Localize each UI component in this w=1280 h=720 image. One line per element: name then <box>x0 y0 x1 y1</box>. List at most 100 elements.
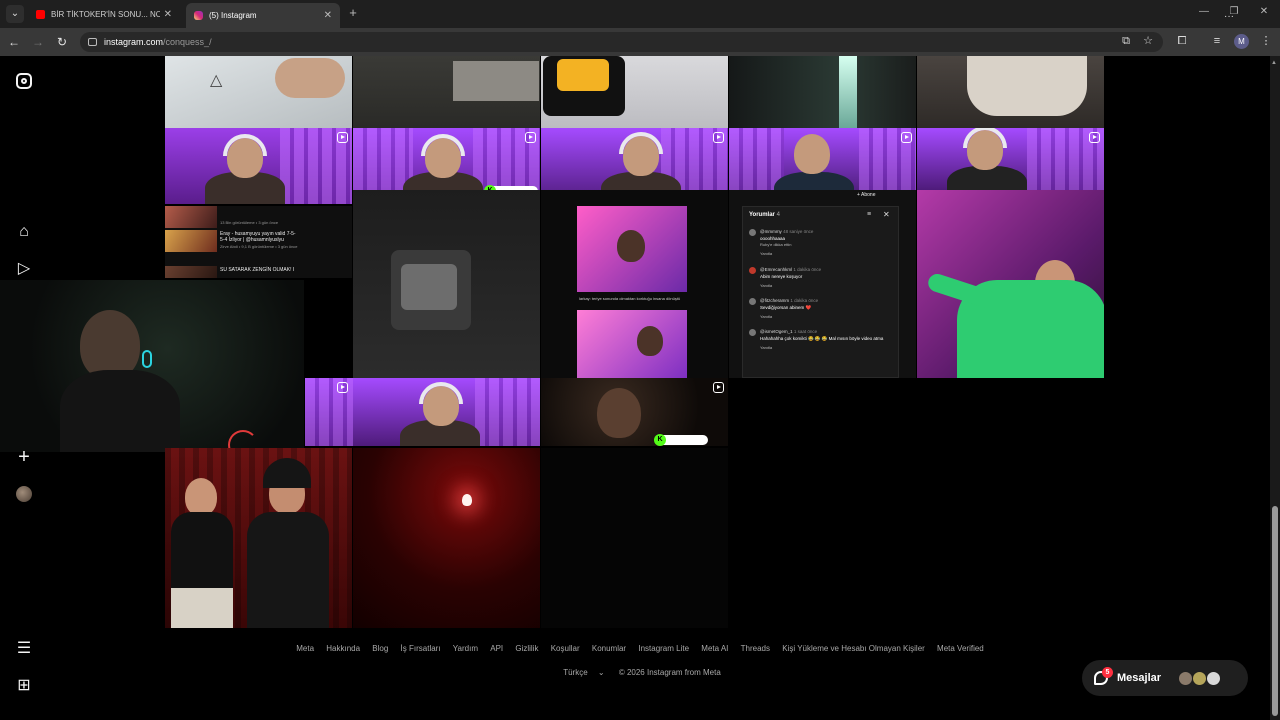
footer-link[interactable]: Instagram Lite <box>638 644 689 653</box>
footer-link[interactable]: Threads <box>741 644 770 653</box>
bookmark-star-icon[interactable]: ☆ <box>1141 34 1155 48</box>
footer-link[interactable]: Gizlilik <box>515 644 538 653</box>
reels-icon <box>713 382 724 393</box>
comment-text: Sevdiğiyorsan abinem ❤️ <box>760 305 812 310</box>
install-app-icon[interactable]: ⧉ <box>1119 34 1133 48</box>
close-icon[interactable]: ✕ <box>883 210 890 219</box>
post-thumbnail[interactable]: K <box>541 378 728 446</box>
new-tab-button[interactable]: + <box>345 5 361 21</box>
device-screen <box>557 59 609 91</box>
instagram-logo-icon[interactable] <box>16 73 32 89</box>
messages-label: Mesajlar <box>1117 672 1162 684</box>
youtube-list-item[interactable]: SU SATARAK ZENGİN OLMAK! I <box>165 266 305 278</box>
post-thumbnail[interactable] <box>917 190 1104 378</box>
minimize-icon[interactable]: — <box>1196 6 1212 17</box>
media-controls-icon[interactable]: ≡ <box>1210 34 1224 48</box>
tab-title: BİR TİKTOKER'İN SONU... NORM <box>51 9 160 19</box>
window-close-icon[interactable]: ✕ <box>1256 6 1272 17</box>
reels-icon[interactable]: ▷ <box>14 259 34 279</box>
reply-link[interactable]: Yanıtla <box>760 283 772 288</box>
extensions-icon[interactable]: ⧠ <box>1175 34 1189 48</box>
apps-icon[interactable]: ⊞ <box>14 676 34 696</box>
footer-link[interactable]: Koşullar <box>551 644 580 653</box>
comment-item: @Emrecanhkml 1 dakika önce Abim nereye k… <box>749 267 894 293</box>
headset-shape <box>619 132 663 154</box>
footer-link[interactable]: Konumlar <box>592 644 626 653</box>
youtube-list-item[interactable]: Eray - husamyuyu yayın valid 7-5-5-4 İzl… <box>165 230 305 252</box>
footer-link[interactable]: Hakkında <box>326 644 360 653</box>
post-thumbnail[interactable] <box>353 190 540 378</box>
language-select[interactable]: Türkçe ⌄ <box>559 668 608 677</box>
tab-youtube[interactable]: BİR TİKTOKER'İN SONU... NORM ✕ <box>28 3 180 25</box>
close-icon[interactable]: ✕ <box>324 10 332 21</box>
comment-item: @fitzcheramm 1 dakika önce Sevdiğiyorsan… <box>749 298 894 324</box>
chat-line: larkay: teriye sonunda olmaktan korktuğu… <box>579 296 681 301</box>
profile-avatar[interactable] <box>16 486 32 502</box>
post-thumbnail[interactable] <box>541 56 728 128</box>
comment-author: @ismetOgem_1 1 saat önce <box>760 329 818 334</box>
reels-icon <box>337 382 348 393</box>
comments-header: Yorumlar 4 <box>749 212 780 218</box>
avatar <box>1178 671 1193 686</box>
reload-icon[interactable]: ↻ <box>54 34 70 50</box>
avatar <box>1192 671 1207 686</box>
comment-item: @mmmmy 48 saniye önce oooohhaaaa Ruby'e … <box>749 229 894 257</box>
notification-badge: 5 <box>1102 667 1113 678</box>
tab-search-button[interactable]: ⌄ <box>6 5 24 23</box>
forward-icon[interactable]: → <box>30 34 46 50</box>
comment-author: @Emrecanhkml 1 dakika önce <box>760 267 822 272</box>
tab-instagram[interactable]: (5) Instagram ✕ <box>186 3 340 28</box>
post-thumbnail[interactable] <box>353 448 540 628</box>
headset-shape <box>223 134 267 156</box>
back-icon[interactable]: ← <box>6 34 22 50</box>
post-thumbnail[interactable]: △ <box>165 56 352 128</box>
home-icon[interactable]: ⌂ <box>14 222 34 242</box>
post-thumbnail[interactable] <box>917 128 1104 190</box>
footer-link[interactable]: API <box>490 644 503 653</box>
scroll-down-icon[interactable]: ▼ <box>1271 708 1277 714</box>
reply-link[interactable]: Yanıtla <box>760 251 772 256</box>
scrollbar-thumb[interactable] <box>1272 506 1278 716</box>
create-icon[interactable]: + <box>14 447 34 467</box>
headset-shape <box>963 128 1007 148</box>
post-thumbnail[interactable] <box>165 128 352 204</box>
instagram-icon <box>194 11 203 20</box>
post-thumbnail[interactable] <box>541 448 728 628</box>
more-icon[interactable]: ··· <box>1224 11 1234 22</box>
post-thumbnail[interactable] <box>917 56 1104 128</box>
comment-subtext: Ruby'e dikka ettin <box>760 242 792 247</box>
sort-icon[interactable]: ≡ <box>867 211 871 218</box>
page-scrollbar[interactable]: ▲ ▼ <box>1270 56 1280 720</box>
footer-link[interactable]: Meta Verified <box>937 644 984 653</box>
post-thumbnail[interactable] <box>165 448 352 628</box>
headset-shape <box>419 382 463 404</box>
post-thumbnail[interactable] <box>353 56 540 128</box>
site-info-icon[interactable] <box>88 38 97 46</box>
footer-link[interactable]: İş Fırsatları <box>401 644 441 653</box>
stream-clip-bottom <box>577 310 687 378</box>
box-shape <box>453 61 539 101</box>
reply-link[interactable]: Yanıtla <box>760 314 772 319</box>
footer-link[interactable]: Meta <box>296 644 314 653</box>
footer-link[interactable]: Kişi Yükleme ve Hesabı Olmayan Kişiler <box>782 644 925 653</box>
close-icon[interactable]: ✕ <box>164 9 172 20</box>
post-thumbnail[interactable] <box>305 378 540 446</box>
address-bar[interactable]: instagram.com/conquess_/ <box>80 32 1163 52</box>
youtube-list-item[interactable]: 13 Bin görüntüleme • 3 gün önce <box>165 206 305 228</box>
more-menu-icon[interactable]: ⋮ <box>1259 34 1273 48</box>
messages-button[interactable]: 5 Mesajlar <box>1082 660 1248 696</box>
reply-link[interactable]: Yanıtla <box>760 345 772 350</box>
profile-avatar[interactable]: M <box>1234 34 1249 49</box>
hand-shape <box>275 58 345 98</box>
copyright: © 2026 Instagram from Meta <box>618 668 721 677</box>
footer-link[interactable]: Meta AI <box>701 644 728 653</box>
url-host: instagram.com <box>104 37 164 47</box>
scroll-up-icon[interactable]: ▲ <box>1271 60 1277 66</box>
youtube-video-meta: 13 Bin görüntüleme • 3 gün önce <box>220 220 279 225</box>
footer-link[interactable]: Yardım <box>453 644 478 653</box>
post-thumbnail[interactable]: larkay: teriye sonunda olmaktan korktuğu… <box>541 190 728 378</box>
youtube-embed-thumbnail[interactable]: 13 Bin görüntüleme • 3 gün önce Eray - h… <box>165 206 352 278</box>
triangle-drawing: △ <box>210 72 223 89</box>
post-thumbnail[interactable] <box>729 56 916 128</box>
footer-link[interactable]: Blog <box>372 644 388 653</box>
